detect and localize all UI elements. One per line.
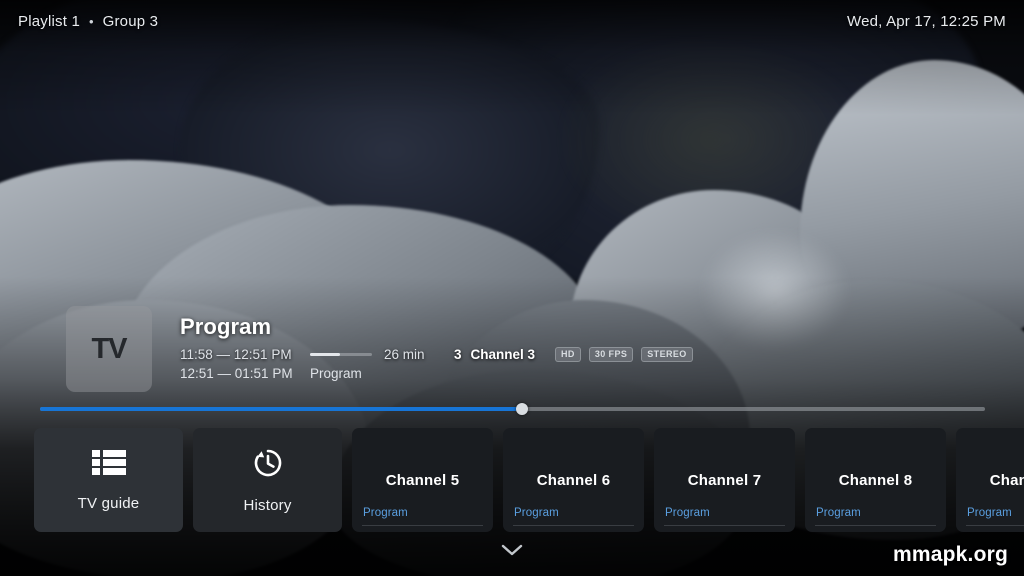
playlist-label: Playlist 1 bbox=[18, 12, 81, 30]
tile-channel-6[interactable]: Channel 6 Program bbox=[503, 428, 644, 532]
channel-tile-name: Channel 5 bbox=[385, 471, 460, 489]
seek-bar[interactable] bbox=[40, 402, 985, 416]
channel-logo-text: TV bbox=[91, 332, 127, 365]
tv-guide-icon bbox=[91, 449, 126, 482]
channel-tile-name: Channel 9 bbox=[989, 471, 1024, 489]
bottom-tile-rail: TV guide History Channel 5 Program Chann… bbox=[34, 428, 1024, 532]
channel-tile-program: Program bbox=[967, 507, 1012, 519]
channel-tile-underline bbox=[815, 525, 936, 526]
breadcrumb-separator: • bbox=[89, 13, 94, 29]
tile-channel-7[interactable]: Channel 7 Program bbox=[654, 428, 795, 532]
channel-tile-underline bbox=[966, 525, 1024, 526]
channel-tile-underline bbox=[513, 525, 634, 526]
playlist-group-breadcrumb: Playlist 1 • Group 3 bbox=[18, 13, 158, 30]
stream-badges: HD 30 FPS STEREO bbox=[555, 347, 693, 363]
program-title: Program bbox=[180, 314, 272, 339]
badge-audio: STEREO bbox=[641, 347, 693, 363]
group-label: Group 3 bbox=[102, 12, 159, 30]
tile-channel-5[interactable]: Channel 5 Program bbox=[352, 428, 493, 532]
tile-history-label: History bbox=[243, 496, 292, 514]
channel-tile-name: Channel 7 bbox=[687, 471, 762, 489]
channel-tile-program: Program bbox=[816, 507, 861, 519]
channel-tile-underline bbox=[362, 525, 483, 526]
tile-history[interactable]: History bbox=[193, 428, 342, 532]
channel-tile-name: Channel 6 bbox=[536, 471, 611, 489]
next-time-range: 12:51 — 01:51 PM bbox=[180, 366, 293, 382]
channel-tile-name: Channel 8 bbox=[838, 471, 913, 489]
seek-bar-handle[interactable] bbox=[515, 403, 528, 415]
clock-datetime: Wed, Apr 17, 12:25 PM bbox=[846, 12, 1006, 30]
expand-more-button[interactable] bbox=[0, 542, 1024, 564]
channel-tile-program: Program bbox=[665, 507, 710, 519]
program-progress-mini-bar bbox=[310, 353, 372, 357]
watermark: mmapk.org bbox=[893, 543, 1008, 566]
top-bar: Playlist 1 • Group 3 Wed, Apr 17, 12:25 … bbox=[0, 0, 1024, 42]
channel-tile-program: Program bbox=[363, 507, 408, 519]
channel-name: Channel 3 bbox=[470, 347, 536, 363]
channel-tile-program: Program bbox=[514, 507, 559, 519]
seek-bar-progress bbox=[40, 407, 522, 411]
chevron-down-icon bbox=[501, 544, 523, 562]
next-program-row: 12:51 — 01:51 PM Program bbox=[180, 366, 693, 381]
tile-tv-guide-label: TV guide bbox=[77, 494, 140, 512]
history-clock-icon bbox=[252, 447, 284, 484]
channel-logo-placeholder: TV bbox=[66, 306, 152, 392]
program-remaining-duration: 26 min bbox=[384, 347, 425, 363]
channel-number: 3 bbox=[454, 347, 462, 363]
current-program-row: 11:58 — 12:51 PM 26 min 3 Channel 3 HD 3… bbox=[180, 347, 693, 363]
tile-channel-9[interactable]: Channel 9 Program bbox=[956, 428, 1024, 532]
badge-fps: 30 FPS bbox=[588, 347, 634, 363]
program-details: Program 11:58 — 12:51 PM 26 min 3 Channe… bbox=[180, 306, 693, 381]
current-time-range: 11:58 — 12:51 PM bbox=[180, 347, 292, 363]
badge-hd: HD bbox=[555, 347, 581, 363]
program-info-panel: TV Program 11:58 — 12:51 PM 26 min 3 Cha… bbox=[0, 306, 1024, 402]
channel-tile-underline bbox=[664, 525, 785, 526]
tile-channel-8[interactable]: Channel 8 Program bbox=[805, 428, 946, 532]
next-program-title: Program bbox=[310, 366, 362, 382]
tile-tv-guide[interactable]: TV guide bbox=[34, 428, 183, 532]
